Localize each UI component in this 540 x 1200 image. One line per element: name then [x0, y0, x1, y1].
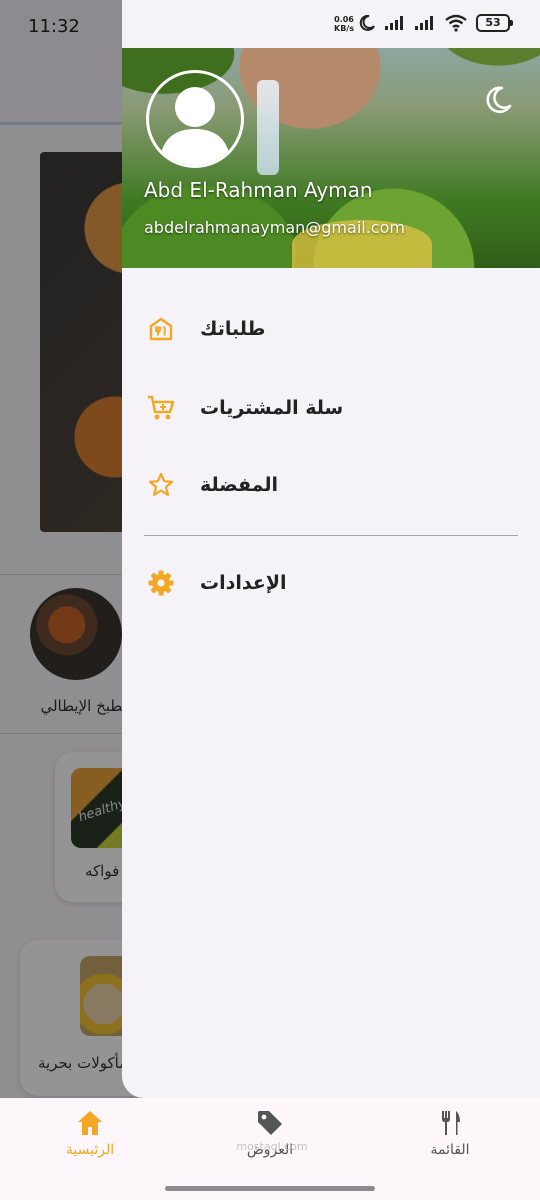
watermark: mostaql.com	[236, 1140, 308, 1153]
signal-icon	[415, 16, 433, 30]
star-icon	[146, 470, 176, 500]
tag-icon	[258, 1111, 282, 1135]
status-icons: 53	[358, 14, 513, 32]
header-background-waterfall	[257, 80, 279, 175]
menu-item-label: سلة المشتريات	[200, 397, 344, 419]
dark-mode-toggle[interactable]	[482, 84, 514, 120]
home-icon	[78, 1111, 102, 1135]
wifi-icon	[445, 14, 467, 32]
home-indicator[interactable]	[165, 1186, 375, 1191]
battery-icon: 53	[476, 14, 513, 32]
gear-icon	[146, 568, 176, 598]
signal-icon	[385, 16, 403, 30]
user-name: Abd El-Rahman Ayman	[144, 178, 373, 202]
menu-divider	[144, 535, 518, 536]
menu-item-cart[interactable]: سلة المشتريات	[122, 378, 540, 438]
menu-item-label: المفضلة	[200, 474, 279, 496]
moon-icon	[486, 86, 512, 114]
user-email: abdelrahmanayman@gmail.com	[144, 218, 405, 237]
nav-item-home[interactable]: الرئيسية	[20, 1108, 160, 1168]
menu-utensils-icon	[442, 1111, 460, 1135]
nav-item-menu[interactable]: القائمة	[380, 1108, 520, 1168]
nav-label: الرئيسية	[65, 1142, 115, 1158]
menu-item-settings[interactable]: الإعدادات	[122, 553, 540, 613]
nav-item-offers[interactable]: العروض	[200, 1108, 340, 1168]
navigation-drawer: Abd El-Rahman Ayman abdelrahmanayman@gma…	[122, 0, 540, 1098]
user-avatar[interactable]	[146, 70, 244, 168]
avatar-person-icon	[159, 87, 231, 165]
orders-icon	[146, 314, 176, 344]
do-not-disturb-moon-icon	[359, 14, 375, 31]
menu-item-orders[interactable]: طلباتك	[122, 299, 540, 359]
status-bar: 0.06 KB/s 53	[122, 0, 540, 48]
menu-item-label: طلباتك	[200, 318, 266, 340]
network-speed: 0.06 KB/s	[334, 15, 354, 33]
menu-item-label: الإعدادات	[200, 572, 287, 594]
menu-item-favorites[interactable]: المفضلة	[122, 455, 540, 515]
cart-icon	[146, 393, 176, 423]
nav-label: القائمة	[430, 1142, 470, 1158]
